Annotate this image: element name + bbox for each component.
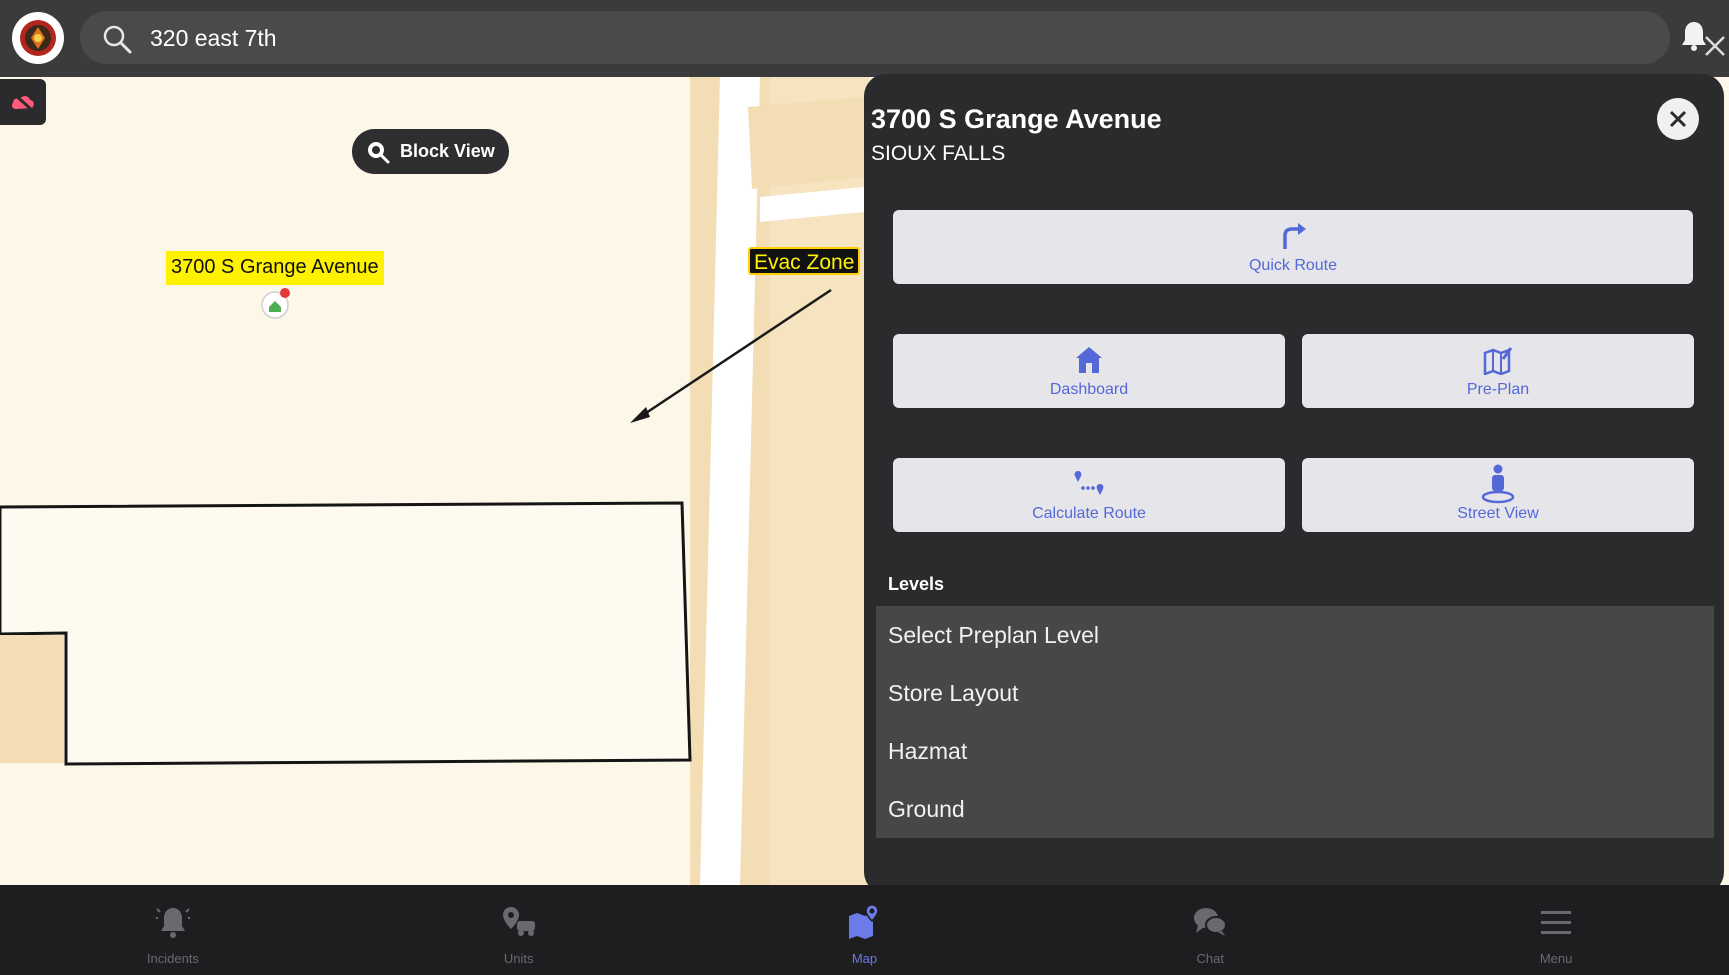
nav-menu[interactable]: Menu [1383, 885, 1729, 975]
evac-zone-label: Evac Zone [748, 247, 861, 275]
level-item-select-preplan[interactable]: Select Preplan Level [876, 606, 1714, 664]
levels-list: Select Preplan Level Store Layout Hazmat… [876, 606, 1714, 838]
search-bar[interactable] [80, 11, 1725, 64]
nav-map-label: Map [851, 951, 878, 966]
bell-icon[interactable] [1680, 20, 1708, 52]
calculate-route-label: Calculate Route [1032, 505, 1146, 522]
block-view-button[interactable]: Block View [352, 129, 509, 174]
zoom-search-icon [368, 141, 390, 163]
nav-incidents[interactable]: Incidents [0, 885, 346, 975]
nav-map[interactable]: Map [692, 885, 1038, 975]
bell-alert-icon [155, 908, 190, 938]
layer-visibility-toggle[interactable] [0, 79, 46, 125]
pre-plan-button[interactable]: Pre-Plan [1302, 334, 1694, 408]
address-map-label: 3700 S Grange Avenue [166, 251, 384, 285]
levels-heading: Levels [888, 574, 945, 594]
dashboard-button[interactable]: Dashboard [893, 334, 1285, 408]
search-input[interactable] [150, 20, 1550, 56]
quick-route-button[interactable]: Quick Route [893, 210, 1693, 284]
nav-units-label: Units [503, 951, 534, 966]
panel-close-button[interactable] [1657, 98, 1699, 140]
pre-plan-label: Pre-Plan [1466, 381, 1530, 398]
fire-department-badge-icon [20, 20, 56, 56]
home-icon [1076, 347, 1102, 373]
hamburger-icon [1541, 911, 1572, 934]
turn-right-arrow-icon [1283, 223, 1306, 249]
map-icon [849, 904, 880, 939]
calculate-route-button[interactable]: Calculate Route [893, 458, 1285, 532]
panel-title: 3700 S Grange Avenue [871, 104, 1162, 134]
nav-chat[interactable]: Chat [1037, 885, 1383, 975]
location-detail-panel: 3700 S Grange Avenue SIOUX FALLS Quick R… [864, 74, 1724, 894]
quick-route-label: Quick Route [1248, 257, 1338, 274]
street-view-label: Street View [1457, 505, 1539, 522]
units-icon [502, 907, 535, 936]
level-item-ground[interactable]: Ground [876, 780, 1714, 838]
route-points-icon [1074, 471, 1104, 495]
nav-units[interactable]: Units [346, 885, 692, 975]
level-item-store-layout[interactable]: Store Layout [876, 664, 1714, 722]
chat-icon [1194, 908, 1228, 936]
dashboard-label: Dashboard [1049, 381, 1129, 398]
close-icon [1669, 110, 1687, 128]
street-view-person-icon [1481, 464, 1515, 504]
search-icon[interactable] [102, 24, 132, 54]
block-view-label: Block View [400, 141, 495, 161]
map-edit-icon [1483, 347, 1513, 375]
nav-chat-label: Chat [1196, 951, 1225, 966]
logo[interactable] [12, 12, 64, 64]
street-view-button[interactable]: Street View [1302, 458, 1694, 532]
cloud-off-icon [11, 91, 35, 113]
location-marker-icon[interactable] [259, 287, 291, 319]
top-bar [0, 0, 1729, 77]
panel-subtitle: SIOUX FALLS [871, 142, 1006, 165]
nav-menu-label: Menu [1539, 951, 1573, 966]
bottom-navigation: Incidents Units Map Chat Menu [0, 885, 1729, 975]
level-item-hazmat[interactable]: Hazmat [876, 722, 1714, 780]
nav-incidents-label: Incidents [146, 951, 199, 966]
